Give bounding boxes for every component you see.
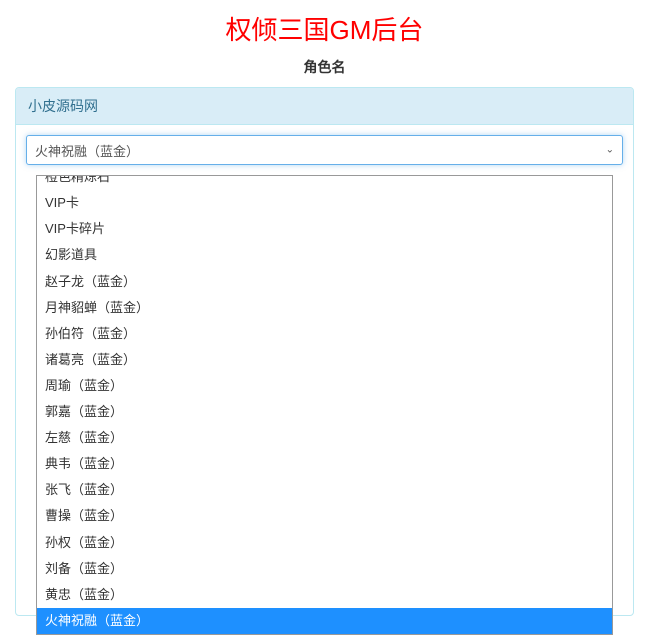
dropdown-list[interactable]: 20亿礼包4000w元宝礼包橙色精炼石VIP卡VIP卡碎片幻影道具赵子龙（蓝金）…: [36, 175, 613, 635]
dropdown-option[interactable]: 幻影道具: [37, 242, 612, 268]
selected-value-text: 火神祝融（蓝金）: [35, 141, 139, 160]
dropdown-option[interactable]: 火神祝融（蓝金）: [37, 608, 612, 634]
dropdown-option[interactable]: 曹操（蓝金）: [37, 503, 612, 529]
dropdown-option[interactable]: VIP卡碎片: [37, 216, 612, 242]
dropdown-option[interactable]: 张飞（蓝金）: [37, 477, 612, 503]
dropdown-option[interactable]: 橙色精炼石: [37, 175, 612, 190]
page-title: 权倾三国GM后台: [15, 10, 634, 47]
dropdown-option[interactable]: 左慈（蓝金）: [37, 425, 612, 451]
item-select[interactable]: 火神祝融（蓝金） ⌄: [26, 135, 623, 165]
dropdown-option[interactable]: 郭嘉（蓝金）: [37, 399, 612, 425]
panel-heading: 小皮源码网: [16, 88, 633, 125]
dropdown-option[interactable]: 典韦（蓝金）: [37, 451, 612, 477]
panel-body: 火神祝融（蓝金） ⌄ 20亿礼包4000w元宝礼包橙色精炼石VIP卡VIP卡碎片…: [16, 125, 633, 615]
dropdown-option[interactable]: 诸葛亮（蓝金）: [37, 347, 612, 373]
dropdown-option[interactable]: 月神貂蝉（蓝金）: [37, 295, 612, 321]
role-name-label: 角色名: [15, 57, 634, 77]
dropdown-option[interactable]: 孙伯符（蓝金）: [37, 321, 612, 347]
dropdown-option[interactable]: VIP卡: [37, 190, 612, 216]
dropdown-option[interactable]: 黄忠（蓝金）: [37, 582, 612, 608]
dropdown-option[interactable]: 孙权（蓝金）: [37, 530, 612, 556]
dropdown-option[interactable]: 刘备（蓝金）: [37, 556, 612, 582]
chevron-down-icon: ⌄: [606, 145, 614, 156]
dropdown-option[interactable]: 周瑜（蓝金）: [37, 373, 612, 399]
source-panel: 小皮源码网 火神祝融（蓝金） ⌄ 20亿礼包4000w元宝礼包橙色精炼石VIP卡…: [15, 87, 634, 616]
dropdown-option[interactable]: 赵子龙（蓝金）: [37, 269, 612, 295]
